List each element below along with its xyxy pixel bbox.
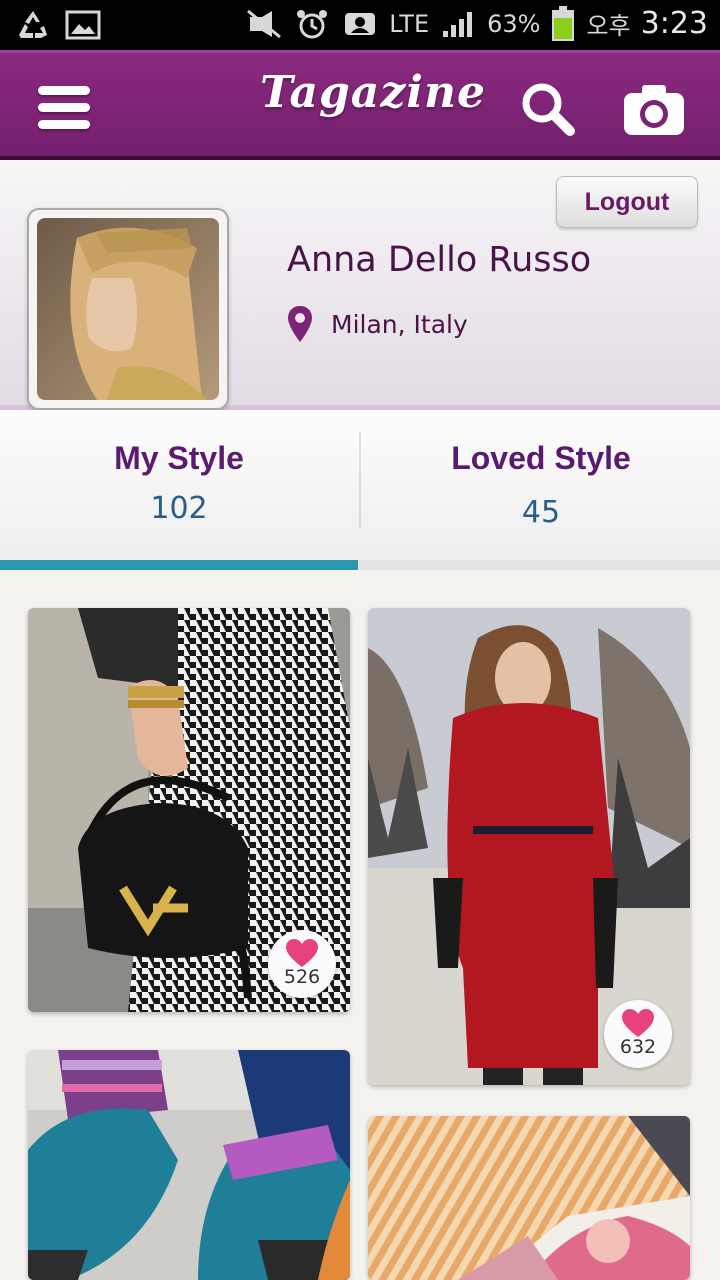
profile-header: Logout Anna Dello Russo Milan, Italy <box>0 160 720 410</box>
avatar <box>37 218 219 400</box>
tab-indicator <box>0 560 358 570</box>
menu-button[interactable] <box>38 86 90 132</box>
alarm-icon <box>293 7 331 41</box>
feed-photo <box>368 1116 690 1280</box>
sim-contact-icon <box>341 7 379 41</box>
tab-label: My Style <box>114 440 244 476</box>
image-notification-icon <box>64 8 102 42</box>
feed-card[interactable]: 526 <box>28 608 350 1012</box>
tab-divider <box>359 432 361 528</box>
ampm-label: 오후 <box>586 12 631 40</box>
status-bar: LTE 63% 오후 3:23 <box>0 0 720 50</box>
network-type: LTE <box>389 9 430 38</box>
app-logo: Tagazine <box>260 67 487 118</box>
tab-loved-style[interactable]: Loved Style 45 <box>362 410 720 560</box>
style-tabs: My Style 102 Loved Style 45 <box>0 410 720 560</box>
camera-button[interactable] <box>622 81 686 137</box>
recycle-icon <box>14 8 52 42</box>
search-icon <box>522 83 575 136</box>
battery-percent: 63% <box>487 9 541 38</box>
tab-count: 102 <box>150 491 208 526</box>
logout-button[interactable]: Logout <box>556 176 698 228</box>
mute-icon <box>245 7 283 41</box>
camera-icon <box>624 85 684 135</box>
app-bar: Tagazine <box>0 50 720 160</box>
feed-card[interactable]: 632 <box>368 608 690 1085</box>
like-count: 526 <box>283 966 321 988</box>
heart-icon <box>286 939 318 967</box>
location-text: Milan, Italy <box>331 309 468 339</box>
profile-name: Anna Dello Russo <box>287 240 592 280</box>
search-button[interactable] <box>518 79 578 139</box>
tab-label: Loved Style <box>451 440 631 476</box>
like-button[interactable]: 526 <box>268 930 336 998</box>
battery-icon <box>550 5 576 41</box>
hamburger-line <box>38 86 90 95</box>
feed-photo <box>28 1050 350 1280</box>
profile-location: Milan, Italy <box>287 305 468 343</box>
tab-count: 45 <box>521 495 561 530</box>
like-count: 632 <box>619 1036 657 1058</box>
hamburger-line <box>38 120 90 129</box>
clock-time: 3:23 <box>640 6 708 41</box>
feed-card[interactable] <box>28 1050 350 1280</box>
signal-icon <box>439 7 477 41</box>
feed-card[interactable] <box>368 1116 690 1280</box>
heart-icon <box>622 1009 654 1037</box>
location-pin-icon <box>288 306 312 342</box>
hamburger-line <box>38 103 90 112</box>
avatar-frame[interactable] <box>27 208 229 410</box>
tab-indicator-track <box>0 560 720 570</box>
tab-my-style[interactable]: My Style 102 <box>0 410 358 560</box>
like-button[interactable]: 632 <box>604 1000 672 1068</box>
